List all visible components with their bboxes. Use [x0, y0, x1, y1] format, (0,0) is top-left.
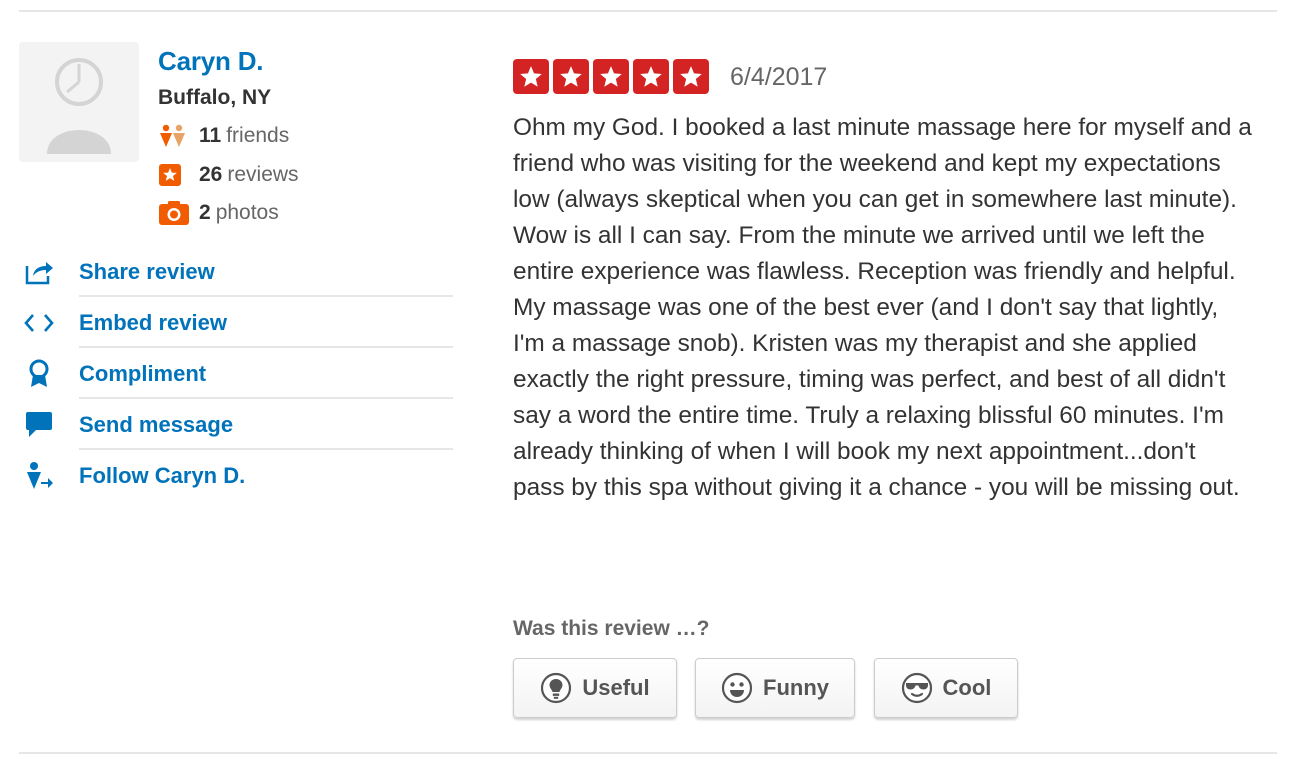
top-divider: [19, 10, 1277, 12]
compliment-icon: [19, 348, 59, 399]
share-review-label: Share review: [79, 258, 215, 284]
follow-user-label: Follow Caryn D.: [79, 462, 246, 488]
follow-user-button[interactable]: Follow Caryn D.: [19, 450, 453, 501]
rating-star-icon: [673, 59, 709, 94]
user-location: Buffalo, NY: [158, 86, 272, 109]
reviews-count: 26: [199, 163, 223, 186]
star-icon: [158, 161, 192, 189]
embed-icon: [19, 297, 59, 348]
friends-icon: [158, 122, 192, 150]
sunglasses-icon: [901, 672, 933, 704]
follow-icon: [19, 450, 59, 501]
cool-label: Cool: [942, 675, 992, 700]
photos-count: 2: [199, 201, 211, 224]
avatar[interactable]: [19, 42, 139, 162]
rating-star-icon: [513, 59, 549, 94]
friends-count: 11: [199, 124, 222, 147]
embed-review-label: Embed review: [79, 309, 227, 335]
share-icon: [19, 246, 59, 297]
share-review-button[interactable]: Share review: [19, 246, 453, 297]
reviews-label: reviews: [227, 163, 299, 186]
compliment-button[interactable]: Compliment: [19, 348, 453, 399]
compliment-label: Compliment: [79, 360, 207, 386]
friends-label: friends: [226, 124, 290, 147]
photos-label: photos: [215, 201, 279, 224]
rating-star-icon: [593, 59, 629, 94]
useful-button[interactable]: Useful: [513, 658, 677, 718]
cool-button[interactable]: Cool: [874, 658, 1018, 718]
photos-stat: 2 photos: [158, 198, 279, 228]
vote-question: Was this review …?: [513, 617, 710, 640]
embed-review-button[interactable]: Embed review: [19, 297, 453, 348]
user-name-link[interactable]: Caryn D.: [158, 46, 264, 77]
send-message-button[interactable]: Send message: [19, 399, 453, 450]
smiley-icon: [721, 672, 753, 704]
useful-label: Useful: [582, 675, 650, 700]
send-message-label: Send message: [79, 411, 234, 437]
lightbulb-icon: [540, 672, 572, 704]
review-text: Ohm my God. I booked a last minute massa…: [513, 114, 1252, 501]
funny-button[interactable]: Funny: [695, 658, 855, 718]
funny-label: Funny: [763, 675, 829, 700]
review-actions: Share review Embed review Compliment Sen…: [19, 246, 453, 501]
message-icon: [19, 399, 59, 450]
camera-icon: [158, 199, 192, 227]
rating-star-icon: [633, 59, 669, 94]
bottom-divider: [19, 752, 1277, 754]
rating-star-icon: [553, 59, 589, 94]
review-date: 6/4/2017: [730, 63, 828, 91]
friends-stat: 11 friends: [158, 121, 289, 151]
default-avatar-icon: [47, 58, 111, 154]
reviews-stat: 26 reviews: [158, 160, 299, 190]
star-rating: [513, 59, 709, 94]
